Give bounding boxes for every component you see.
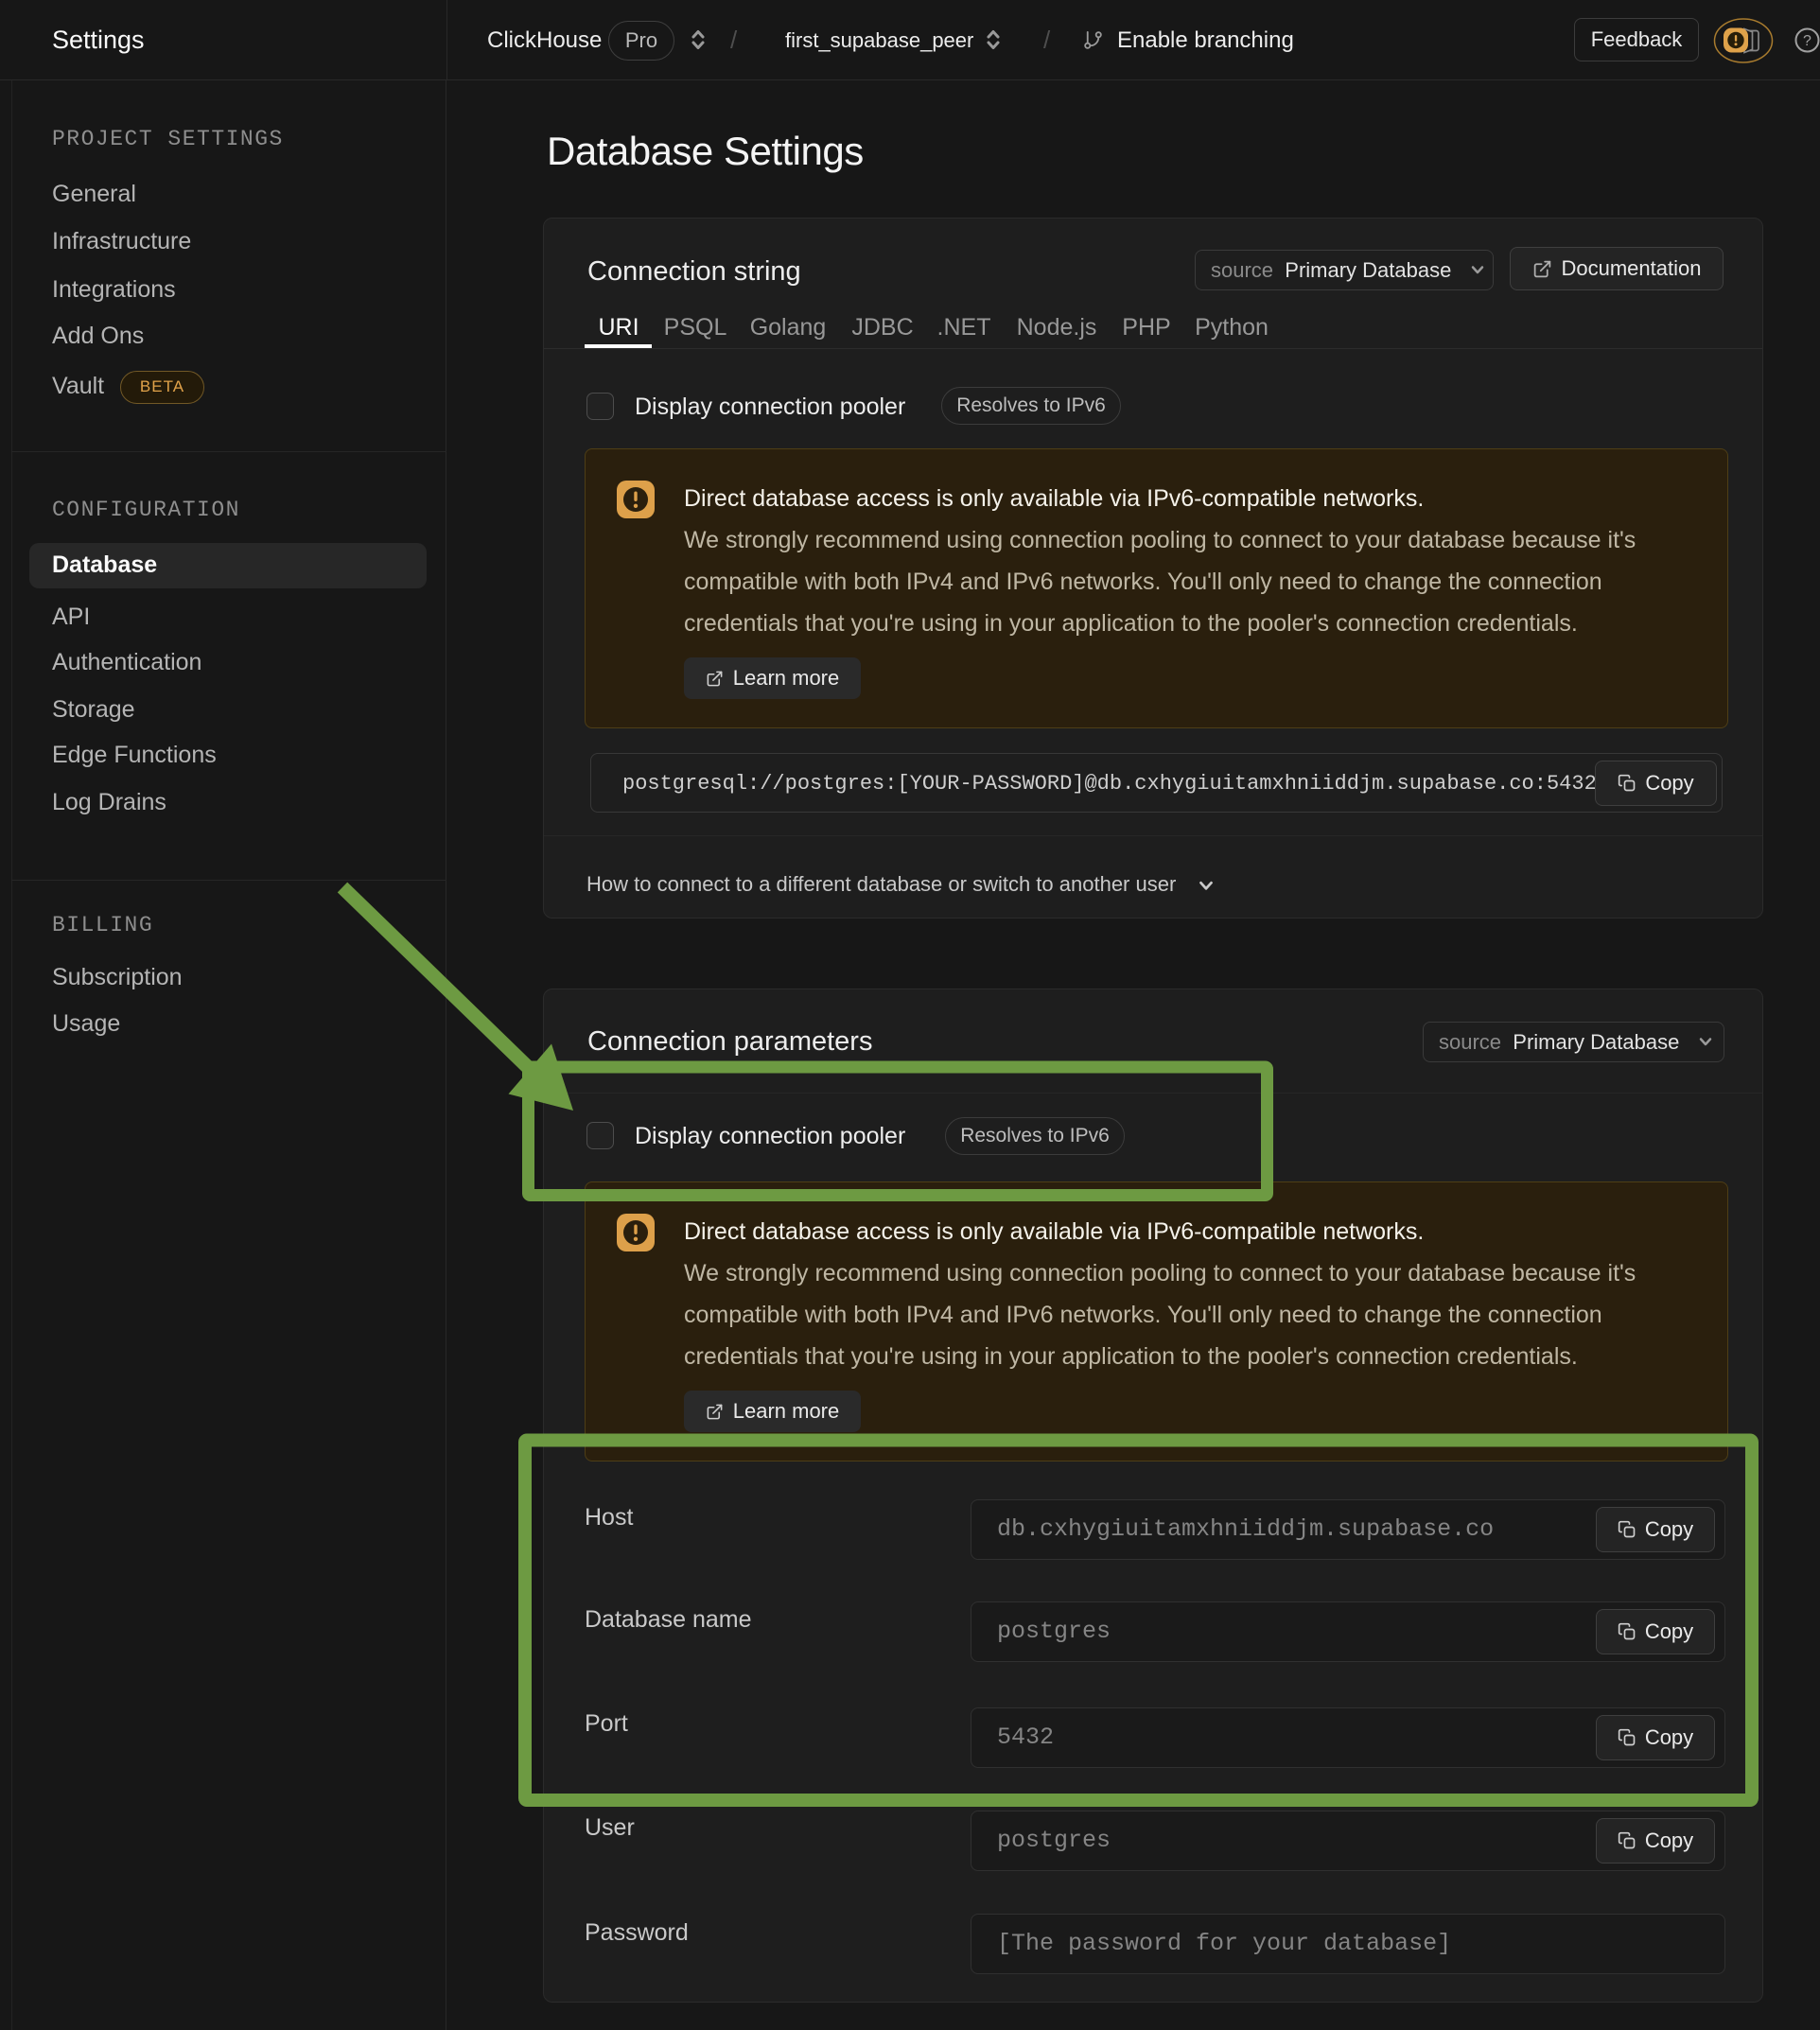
svg-text:?: ? — [1803, 33, 1811, 49]
